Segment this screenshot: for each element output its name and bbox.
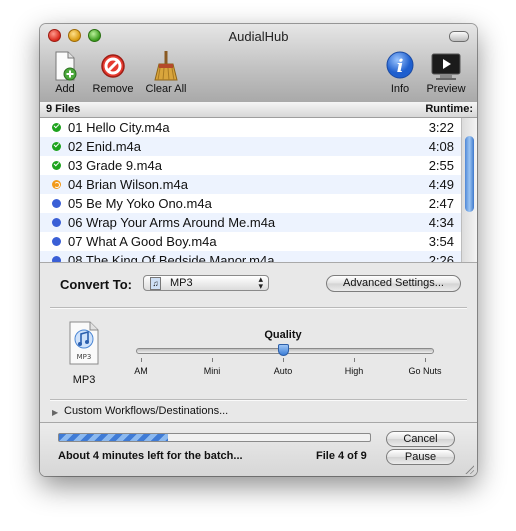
broom-icon (154, 51, 178, 81)
progress-area: About 4 minutes left for the batch... Fi… (40, 422, 477, 476)
slider-tick (212, 358, 213, 362)
preview-icon (431, 53, 461, 80)
slider-tick (283, 358, 284, 362)
done-status-icon (52, 161, 61, 170)
time-remaining-text: About 4 minutes left for the batch... (58, 450, 243, 462)
file-name: 05 Be My Yoko Ono.m4a (68, 196, 212, 211)
slider-tick (141, 358, 142, 362)
file-list[interactable]: 01 Hello City.m4a 3:22 02 Enid.m4a 4:08 03… (40, 118, 461, 262)
cancel-button[interactable]: Cancel (386, 431, 455, 447)
table-row[interactable]: 04 Brian Wilson.m4a 4:49 (40, 175, 461, 194)
convert-to-label: Convert To: (60, 277, 132, 292)
table-row[interactable]: 06 Wrap Your Arms Around Me.m4a 4:34 (40, 213, 461, 232)
table-row[interactable]: 08 The King Of Bedside Manor.m4a 2:26 (40, 251, 461, 262)
clear-all-label: Clear All (145, 83, 187, 95)
file-name: 02 Enid.m4a (68, 139, 141, 154)
pause-button[interactable]: Pause (386, 449, 455, 465)
file-runtime: 4:34 (428, 215, 454, 230)
list-header: 9 Files Runtime: (40, 102, 477, 118)
table-row[interactable]: 07 What A Good Boy.m4a 3:54 (40, 232, 461, 251)
quality-tick-high[interactable]: High (324, 366, 384, 376)
queued-status-icon (52, 237, 61, 246)
file-runtime: 4:08 (428, 139, 454, 154)
list-scrollbar[interactable] (461, 118, 477, 262)
quality-tick-mini[interactable]: Mini (182, 366, 242, 376)
preview-label: Preview (426, 83, 466, 95)
app-window: AudialHub Add Remove Clear All i Info Pr… (40, 24, 477, 476)
quality-tick-go-nuts[interactable]: Go Nuts (395, 366, 455, 376)
done-status-icon (52, 142, 61, 151)
mp3-file-icon: MP3 (69, 321, 99, 365)
file-name: 07 What A Good Boy.m4a (68, 234, 217, 249)
format-icon-label: MP3 (72, 374, 96, 386)
slider-tick (425, 358, 426, 362)
divider (50, 307, 467, 309)
remove-icon (101, 54, 125, 78)
info-icon: i (386, 51, 414, 79)
quality-label: Quality (264, 329, 302, 341)
info-button[interactable]: i Info (384, 50, 416, 95)
remove-button[interactable]: Remove (88, 50, 138, 95)
file-name: 04 Brian Wilson.m4a (68, 177, 188, 192)
slider-tick (354, 358, 355, 362)
file-runtime: 2:55 (428, 158, 454, 173)
select-arrows-icon: ▴ ▾ (258, 274, 263, 291)
table-row[interactable]: 05 Be My Yoko Ono.m4a 2:47 (40, 194, 461, 213)
quality-tick-am[interactable]: AM (111, 366, 171, 376)
progress-fill (59, 434, 168, 441)
scrollbar-thumb[interactable] (465, 136, 474, 212)
add-file-icon (55, 51, 77, 81)
table-row[interactable]: 01 Hello City.m4a 3:22 (40, 118, 461, 137)
window-title: AudialHub (228, 29, 289, 44)
converting-status-icon (52, 180, 61, 189)
progress-bar (58, 433, 371, 442)
add-label: Add (55, 83, 75, 95)
info-label: Info (390, 83, 410, 95)
file-runtime: 3:54 (428, 234, 454, 249)
table-row[interactable]: 02 Enid.m4a 4:08 (40, 137, 461, 156)
clear-all-button[interactable]: Clear All (141, 50, 191, 95)
file-runtime: 3:22 (428, 120, 454, 135)
runtime-header[interactable]: Runtime: (425, 103, 473, 115)
preview-button[interactable]: Preview (424, 50, 468, 95)
file-count-status: File 4 of 9 (316, 450, 367, 462)
divider (50, 399, 467, 401)
remove-label: Remove (92, 83, 134, 95)
quality-tick-auto[interactable]: Auto (253, 366, 313, 376)
custom-workflows-toggle[interactable]: Custom Workflows/Destinations... (64, 405, 228, 417)
format-value: MP3 (170, 277, 193, 289)
file-name: 01 Hello City.m4a (68, 120, 170, 135)
music-note-icon: ♫ (150, 277, 161, 290)
mp3-icon-badge: MP3 (77, 353, 92, 361)
queued-status-icon (52, 218, 61, 227)
file-name: 03 Grade 9.m4a (68, 158, 162, 173)
file-runtime: 2:26 (428, 253, 454, 262)
file-runtime: 4:49 (428, 177, 454, 192)
add-button[interactable]: Add (48, 50, 82, 95)
file-name: 08 The King Of Bedside Manor.m4a (68, 253, 275, 262)
file-name: 06 Wrap Your Arms Around Me.m4a (68, 215, 276, 230)
advanced-settings-button[interactable]: Advanced Settings... (326, 275, 461, 292)
format-select[interactable]: ♫ MP3 ▴ ▾ (143, 275, 269, 291)
file-runtime: 2:47 (428, 196, 454, 211)
disclosure-triangle-icon[interactable]: ▶ (52, 408, 58, 417)
queued-status-icon (52, 199, 61, 208)
table-row[interactable]: 03 Grade 9.m4a 2:55 (40, 156, 461, 175)
toolbar-toggle-button[interactable] (449, 31, 469, 42)
done-status-icon (52, 123, 61, 132)
svg-text:i: i (397, 56, 404, 77)
file-count: 9 Files (46, 103, 81, 115)
quality-slider-knob[interactable] (278, 344, 289, 356)
title-bar[interactable]: AudialHub Add Remove Clear All i Info Pr… (40, 24, 477, 103)
resize-grip[interactable] (464, 464, 474, 474)
